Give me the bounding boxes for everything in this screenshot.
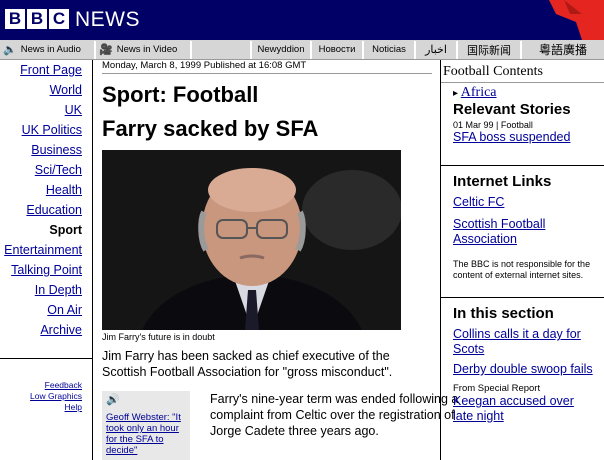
news-in-video-link[interactable]: 🎥 News in Video	[96, 40, 192, 59]
chinese-news-link[interactable]: 国际新闻	[458, 40, 522, 59]
external-sites-disclaimer: The BBC is not responsible for the conte…	[453, 259, 591, 280]
right-divider-2	[441, 297, 604, 298]
nav-world[interactable]: World	[50, 83, 82, 97]
bbc-news-header: B B C NEWS	[0, 0, 604, 40]
relevant-story-link[interactable]: SFA boss suspended	[441, 130, 604, 145]
left-nav-divider	[0, 358, 92, 359]
nav-health[interactable]: Health	[46, 183, 82, 197]
russian-news-link[interactable]: Новости	[312, 40, 364, 59]
right-divider-1	[441, 165, 604, 166]
audio-clip-link[interactable]: Geoff Webster: "It took only an hour for…	[106, 412, 181, 456]
celtic-fc-link[interactable]: Celtic FC	[441, 195, 604, 210]
nav-education[interactable]: Education	[26, 203, 82, 217]
africa-link[interactable]: Africa	[461, 85, 497, 100]
article-body-paragraph: Farry's nine-year term was ended followi…	[210, 392, 459, 438]
nav-uk-politics[interactable]: UK Politics	[22, 123, 82, 137]
article-main: Monday, March 8, 1999 Published at 16:08…	[102, 60, 458, 460]
section-link-collins[interactable]: Collins calls it a day for Scots	[441, 327, 586, 357]
photo-caption: Jim Farry's future is in doubt	[102, 332, 215, 342]
in-this-section-heading: In this section	[453, 305, 554, 322]
scottish-football-association-link[interactable]: Scottish Football Association	[441, 217, 561, 247]
nav-archive[interactable]: Archive	[40, 323, 82, 337]
right-sidebar: Football Contents ▸ Africa Relevant Stor…	[440, 60, 604, 460]
logo-letter-b2: B	[27, 9, 47, 29]
nav-sci-tech[interactable]: Sci/Tech	[35, 163, 82, 177]
nav-on-air[interactable]: On Air	[47, 303, 82, 317]
special-report-link[interactable]: Keegan accused over late night	[441, 394, 581, 424]
utility-links: Feedback Low Graphics Help	[30, 380, 82, 413]
urdu-news-link[interactable]: اخبار	[416, 40, 458, 59]
article-headline: Farry sacked by SFA	[102, 116, 319, 141]
relevant-story-date: 01 Mar 99 | Football	[453, 120, 533, 130]
cantonese-news-link[interactable]: 粵語廣播	[522, 41, 604, 59]
nav-uk[interactable]: UK	[65, 103, 82, 117]
football-contents-heading: Football Contents	[441, 60, 604, 83]
logo-letter-b1: B	[5, 9, 25, 29]
section-list: Front Page World UK UK Politics Business…	[0, 60, 92, 340]
language-nav-bar: 🔈 News in Audio 🎥 News in Video Newyddio…	[0, 40, 604, 60]
special-report-label: From Special Report	[453, 383, 541, 394]
nav-spacer	[192, 40, 252, 59]
nav-front-page[interactable]: Front Page	[20, 63, 82, 77]
news-in-audio-link[interactable]: 🔈 News in Audio	[0, 40, 96, 59]
article-photo	[102, 150, 401, 330]
relevant-stories-heading: Relevant Stories	[453, 101, 571, 118]
nav-talking-point[interactable]: Talking Point	[11, 263, 82, 277]
article-dateline: Monday, March 8, 1999 Published at 16:08…	[102, 60, 432, 74]
internet-links-heading: Internet Links	[453, 173, 552, 190]
bbc-logo[interactable]: B B C	[5, 9, 69, 29]
nav-sport-current: Sport	[49, 223, 82, 237]
video-camera-icon: 🎥	[99, 44, 113, 56]
news-in-audio-label: News in Audio	[20, 44, 81, 55]
low-graphics-link[interactable]: Low Graphics	[30, 391, 82, 401]
help-link[interactable]: Help	[65, 402, 82, 412]
audio-clip-box: 🔊 Geoff Webster: "It took only an hour f…	[102, 391, 190, 460]
welsh-news-link[interactable]: Newyddion	[252, 40, 312, 59]
africa-link-row: ▸ Africa	[441, 83, 604, 101]
feedback-link[interactable]: Feedback	[45, 380, 82, 390]
jim-farry-portrait	[102, 150, 401, 330]
audio-speaker-icon[interactable]: 🔊	[106, 395, 186, 406]
africa-bullet-icon: ▸	[453, 88, 459, 99]
logo-letter-c: C	[49, 9, 69, 29]
red-star-graphic	[549, 0, 604, 40]
speaker-icon: 🔈	[3, 44, 17, 56]
news-in-video-label: News in Video	[116, 44, 178, 55]
left-navigation: Front Page World UK UK Politics Business…	[0, 60, 93, 460]
news-wordmark: NEWS	[75, 8, 140, 31]
section-title: Sport: Football	[102, 82, 259, 107]
nav-business[interactable]: Business	[31, 143, 82, 157]
spanish-news-link[interactable]: Noticias	[364, 40, 416, 59]
nav-entertainment[interactable]: Entertainment	[4, 243, 82, 257]
article-summary: Jim Farry has been sacked as chief execu…	[102, 349, 393, 379]
nav-in-depth[interactable]: In Depth	[35, 283, 82, 297]
section-link-derby[interactable]: Derby double swoop fails	[441, 362, 604, 377]
